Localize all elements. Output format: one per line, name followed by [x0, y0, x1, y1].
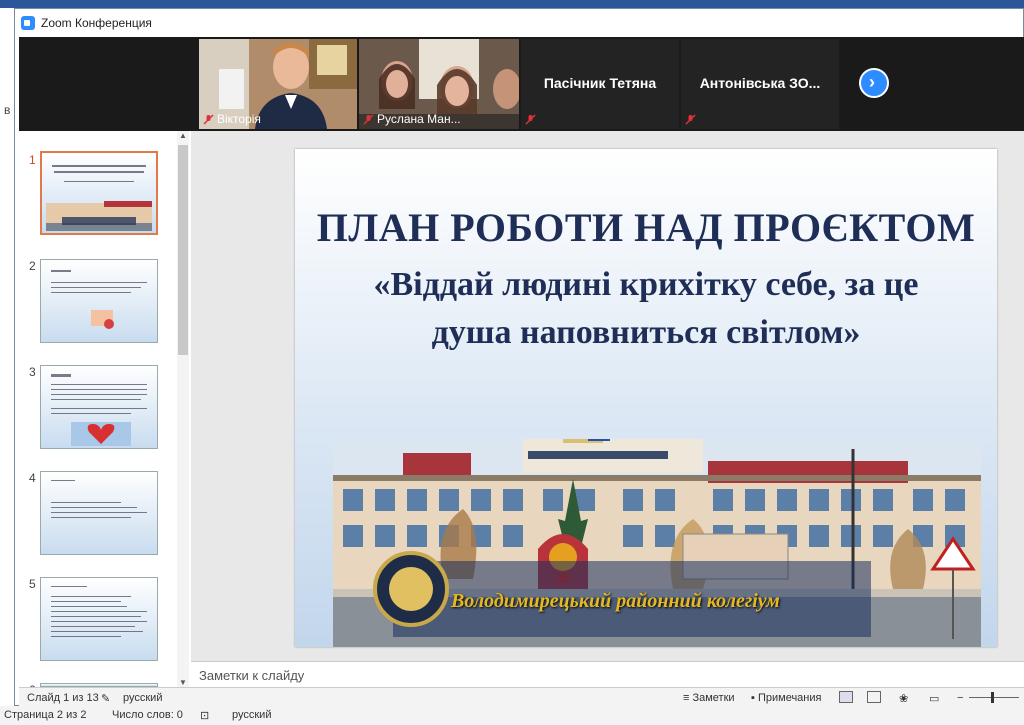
- building-badge-number: 25: [557, 570, 570, 585]
- comments-button[interactable]: ▪ Примечания: [751, 692, 821, 704]
- chevron-right-icon: ›: [869, 72, 875, 92]
- participants-strip: Вікторія Руслана Ман... Пасічник Тетяна …: [19, 37, 1024, 131]
- thumbnail-scrollbar[interactable]: ▲ ▼: [177, 131, 189, 687]
- background-window-strip: [0, 0, 1024, 8]
- comments-label: Примечания: [757, 692, 822, 704]
- next-participants-button[interactable]: ›: [859, 68, 889, 98]
- participant-name: Вікторія: [217, 112, 261, 126]
- page-indicator: Страница 2 из 2: [4, 709, 87, 721]
- current-slide[interactable]: ПЛАН РОБОТИ НАД ПРОЄКТОМ «Віддай людині …: [295, 149, 997, 647]
- proofing-icon[interactable]: ⊡: [200, 709, 209, 722]
- college-building-image: [333, 439, 981, 647]
- heart-thumb-icon: [71, 422, 131, 446]
- reading-view-icon[interactable]: ❀: [899, 692, 908, 705]
- participant-name: Руслана Ман...: [377, 112, 461, 126]
- language-indicator[interactable]: русский: [123, 692, 162, 704]
- zoom-logo-icon: [21, 16, 35, 30]
- slide-title: ПЛАН РОБОТИ НАД ПРОЄКТОМ: [316, 205, 976, 250]
- word-count: Число слов: 0: [112, 709, 183, 721]
- scroll-down-icon[interactable]: ▼: [179, 678, 187, 687]
- thumbnail-number: 1: [29, 153, 36, 167]
- window-title: Zoom Конференция: [41, 16, 152, 30]
- slide-subtitle: «Віддай людині крихітку себе, за це душа…: [373, 266, 919, 351]
- slide-thumbnail[interactable]: [40, 365, 158, 449]
- gift-thumb-icon: [91, 310, 114, 329]
- slide-thumbnail[interactable]: [40, 577, 158, 661]
- participant-tile[interactable]: Вікторія: [199, 39, 357, 129]
- thumbnail-number: 3: [29, 365, 36, 379]
- slideshow-icon[interactable]: ▭: [929, 692, 939, 705]
- notes-placeholder: Заметки к слайду: [199, 668, 305, 683]
- presentation-editor: 1 2 3 4 5 ▲ ▼ ПЛАН РОБОТИ НАД ПРОЄКТОМ «…: [19, 131, 1024, 708]
- participant-tile[interactable]: Руслана Ман...: [359, 39, 519, 129]
- slide-counter: Слайд 1 из 13: [27, 692, 99, 704]
- powerpoint-status-bar: Слайд 1 из 13 ✎ русский ≡ Заметки ▪ Прим…: [19, 687, 1024, 708]
- building-thumb-icon: [46, 201, 152, 231]
- participant-tile[interactable]: Пасічник Тетяна: [521, 39, 679, 129]
- zoom-window: Zoom Конференция Вікторія Руслана Ман...…: [14, 8, 1024, 708]
- slide-notes-pane[interactable]: Заметки к слайду: [191, 661, 1024, 688]
- mic-muted-icon: [685, 114, 696, 125]
- slide-sorter-icon[interactable]: [867, 691, 881, 703]
- slide-thumbnail[interactable]: [40, 471, 158, 555]
- zoom-slider-handle[interactable]: [991, 692, 994, 703]
- background-letter: в: [4, 103, 11, 117]
- spellcheck-icon[interactable]: ✎: [101, 692, 110, 705]
- mic-muted-icon: [525, 114, 536, 125]
- title-bar: Zoom Конференция: [15, 9, 1023, 37]
- scroll-up-icon[interactable]: ▲: [179, 131, 187, 140]
- thumbnail-number: 5: [29, 577, 36, 591]
- mic-muted-icon: [363, 114, 374, 125]
- notes-button[interactable]: ≡ Заметки: [683, 692, 735, 704]
- thumbnail-number: 4: [29, 471, 36, 485]
- slide-thumbnail-pane: 1 2 3 4 5 ▲ ▼: [19, 131, 192, 697]
- scrollbar-thumb[interactable]: [178, 145, 188, 355]
- zoom-out-icon[interactable]: −: [957, 692, 963, 704]
- slide-thumbnail[interactable]: [40, 259, 158, 343]
- participant-name: Пасічник Тетяна: [543, 75, 657, 91]
- slide-editing-area: ПЛАН РОБОТИ НАД ПРОЄКТОМ «Віддай людині …: [191, 131, 1024, 661]
- thumbnail-number: 2: [29, 259, 36, 273]
- notes-label: Заметки: [692, 692, 735, 704]
- normal-view-icon[interactable]: [839, 691, 853, 703]
- college-name-banner: Володимирецький районний колегіум: [451, 590, 780, 612]
- slide-thumbnail[interactable]: [40, 151, 158, 235]
- participant-name: Антонівська ЗО...: [699, 75, 821, 91]
- participant-tile[interactable]: Антонівська ЗО...: [681, 39, 839, 129]
- zoom-slider[interactable]: [969, 697, 1019, 698]
- word-status-bar: Страница 2 из 2 Число слов: 0 ⊡ русский: [0, 706, 1024, 725]
- word-language[interactable]: русский: [232, 709, 271, 721]
- mic-muted-icon: [203, 114, 214, 125]
